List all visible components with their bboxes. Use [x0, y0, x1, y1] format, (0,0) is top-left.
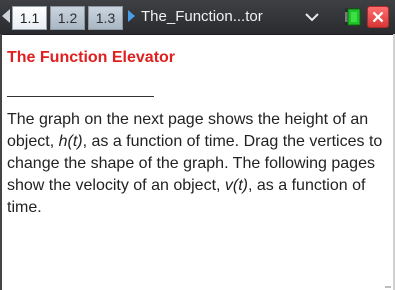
tab-1-3[interactable]: 1.3 — [88, 6, 123, 30]
tab-label: 1.1 — [19, 10, 40, 26]
left-arrow-icon[interactable] — [2, 9, 10, 23]
divider — [7, 96, 154, 97]
document-title[interactable]: The_Function...tor — [141, 8, 263, 26]
tab-label: 1.3 — [95, 10, 116, 26]
height-variable: h(t) — [58, 133, 83, 150]
velocity-variable: v(t) — [224, 177, 249, 194]
chevron-down-icon[interactable] — [305, 13, 319, 21]
tab-bar: 1.1 1.2 1.3 The_Function...tor — [0, 0, 395, 35]
app-window: 1.1 1.2 1.3 The_Function...tor The Funct… — [0, 0, 395, 290]
page-heading: The Function Elevator — [7, 49, 176, 66]
close-icon[interactable] — [367, 6, 389, 28]
document-page: The Function Elevator The graph on the n… — [0, 34, 395, 290]
resize-handle[interactable] — [385, 286, 391, 288]
instructions-text: The graph on the next page shows the hei… — [7, 109, 390, 219]
tab-1-1[interactable]: 1.1 — [12, 6, 47, 30]
tab-label: 1.2 — [57, 10, 78, 26]
battery-icon — [345, 8, 361, 26]
right-arrow-icon[interactable] — [128, 10, 135, 22]
tab-1-2[interactable]: 1.2 — [50, 6, 85, 30]
